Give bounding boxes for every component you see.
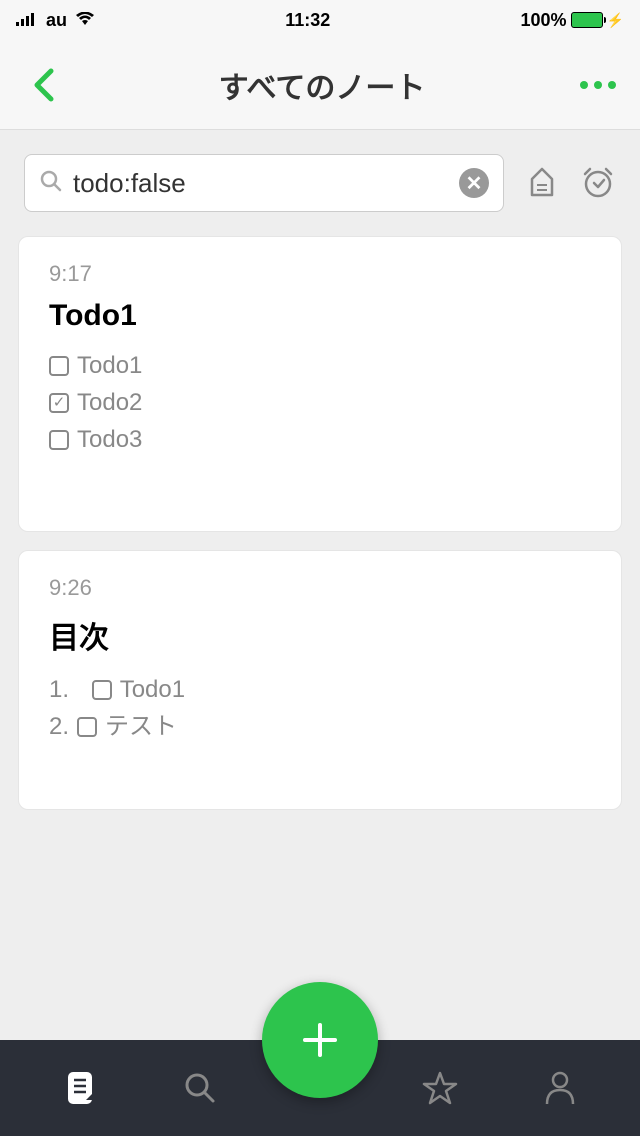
clear-search-button[interactable]: ✕ — [459, 168, 489, 198]
more-dot-icon — [594, 81, 602, 89]
note-content: 1. Todo1 2. テスト — [49, 671, 591, 745]
more-button[interactable] — [580, 81, 616, 89]
todo-item: Todo3 — [49, 421, 591, 458]
note-title: Todo1 — [49, 299, 591, 333]
carrier-label: au — [46, 10, 67, 31]
checkbox-icon — [49, 430, 69, 450]
numbered-item: 2. テスト — [49, 708, 591, 745]
status-right: 100% ⚡ — [521, 10, 624, 31]
item-number: 2. — [49, 708, 69, 745]
todo-text: Todo1 — [77, 347, 142, 384]
todo-text: Todo2 — [77, 384, 142, 421]
note-card[interactable]: 9:26 目次 1. Todo1 2. テスト — [18, 550, 622, 810]
page-title: すべてのノート — [219, 63, 426, 107]
wifi-icon — [75, 10, 95, 31]
close-icon: ✕ — [466, 171, 483, 196]
battery-icon — [571, 12, 603, 28]
item-text: テスト — [105, 708, 177, 745]
checkbox-checked-icon — [49, 393, 69, 413]
item-number: 1. — [49, 671, 69, 708]
search-input[interactable] — [73, 168, 449, 199]
battery-label: 100% — [521, 10, 567, 31]
status-left: au — [16, 10, 95, 31]
note-title: 目次 — [49, 613, 591, 657]
plus-icon — [295, 1015, 345, 1065]
todo-text: Todo3 — [77, 421, 142, 458]
nav-header: すべてのノート — [0, 40, 640, 130]
note-time: 9:26 — [49, 575, 591, 601]
back-button[interactable] — [24, 65, 64, 105]
checkbox-icon — [49, 356, 69, 376]
note-content: Todo1 Todo2 Todo3 — [49, 347, 591, 459]
todo-item: Todo1 — [49, 347, 591, 384]
todo-item: Todo2 — [49, 384, 591, 421]
nav-favorites[interactable] — [420, 1068, 460, 1108]
nav-notes[interactable] — [60, 1068, 100, 1108]
note-card[interactable]: 9:17 Todo1 Todo1 Todo2 Todo3 — [18, 236, 622, 532]
note-time: 9:17 — [49, 261, 591, 287]
item-text: Todo1 — [120, 671, 185, 708]
status-bar: au 11:32 100% ⚡ — [0, 0, 640, 40]
checkbox-icon — [77, 717, 97, 737]
search-row: ✕ — [0, 130, 640, 236]
tag-button[interactable] — [524, 165, 560, 201]
signal-icon — [16, 10, 38, 31]
notes-list: 9:17 Todo1 Todo1 Todo2 Todo3 9:26 目次 1. — [0, 236, 640, 810]
numbered-item: 1. Todo1 — [49, 671, 591, 708]
checkbox-icon — [92, 680, 112, 700]
nav-search[interactable] — [180, 1068, 220, 1108]
status-time: 11:32 — [285, 10, 330, 31]
search-icon — [39, 169, 63, 198]
nav-profile[interactable] — [540, 1068, 580, 1108]
add-note-button[interactable] — [262, 982, 378, 1098]
more-dot-icon — [608, 81, 616, 89]
reminder-button[interactable] — [580, 165, 616, 201]
search-box[interactable]: ✕ — [24, 154, 504, 212]
charging-icon: ⚡ — [607, 12, 624, 29]
more-dot-icon — [580, 81, 588, 89]
